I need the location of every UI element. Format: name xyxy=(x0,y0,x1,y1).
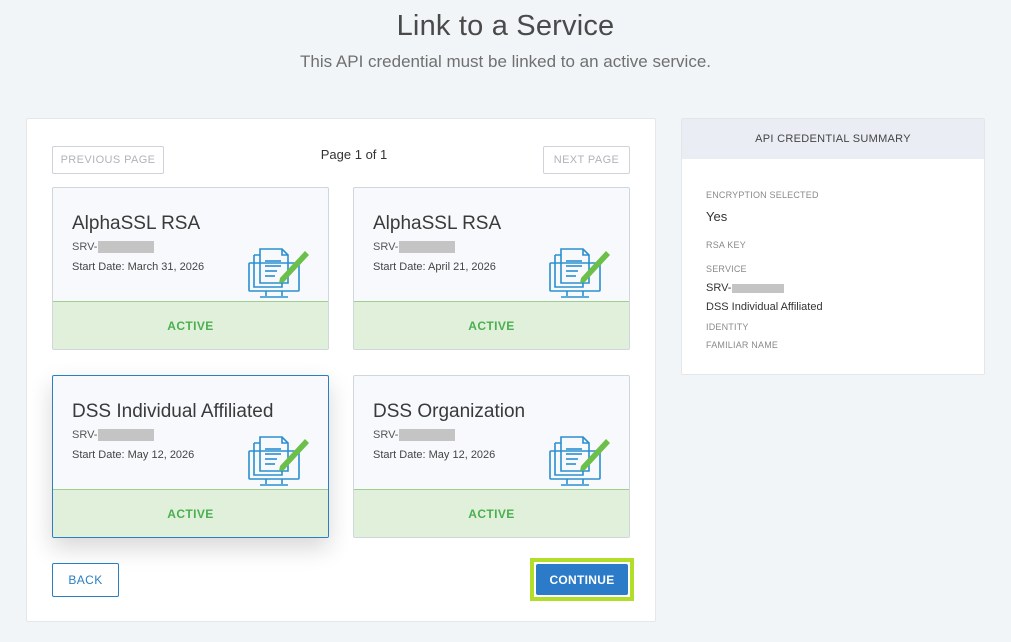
page-indicator: Page 1 of 1 xyxy=(320,147,388,162)
service-start-date: Start Date: May 12, 2026 xyxy=(72,449,195,461)
service-name: DSS Organization xyxy=(373,401,526,422)
service-label: SERVICE xyxy=(706,264,747,274)
status-badge: ACTIVE xyxy=(53,301,328,349)
page-title: Link to a Service xyxy=(396,10,615,42)
service-name: AlphaSSL RSA xyxy=(72,213,201,234)
encryption-value: Yes xyxy=(706,209,728,224)
service-start-date: Start Date: April 21, 2026 xyxy=(373,261,496,273)
back-button[interactable]: BACK xyxy=(52,563,119,597)
service-card[interactable]: AlphaSSL RSA SRV- Start Date: April 21, … xyxy=(353,187,630,350)
service-id: SRV- xyxy=(373,429,456,441)
continue-button-highlight: CONTINUE xyxy=(530,558,634,601)
credential-summary-panel: API CREDENTIAL SUMMARY ENCRYPTION SELECT… xyxy=(681,118,985,375)
service-id: SRV- xyxy=(373,241,456,253)
status-badge: ACTIVE xyxy=(354,301,629,349)
service-id: SRV- xyxy=(706,282,785,294)
document-edit-monitor-icon xyxy=(248,248,309,298)
encryption-label: ENCRYPTION SELECTED xyxy=(706,190,819,200)
service-name: AlphaSSL RSA xyxy=(373,213,502,234)
redacted-id xyxy=(98,429,155,441)
document-edit-monitor-icon xyxy=(248,436,309,486)
redacted-id xyxy=(399,429,456,441)
service-id: SRV- xyxy=(72,241,155,253)
service-card[interactable]: DSS Organization SRV- Start Date: May 12… xyxy=(353,375,630,538)
service-name: DSS Individual Affiliated xyxy=(72,401,274,422)
service-id-prefix: SRV- xyxy=(706,282,732,294)
previous-page-button[interactable]: PREVIOUS PAGE xyxy=(52,146,164,174)
service-id-prefix: SRV- xyxy=(373,241,399,253)
redacted-id xyxy=(98,241,155,253)
service-id-prefix: SRV- xyxy=(373,429,399,441)
service-card[interactable]: AlphaSSL RSA SRV- Start Date: March 31, … xyxy=(52,187,329,350)
summary-title: API CREDENTIAL SUMMARY xyxy=(682,119,984,159)
document-edit-monitor-icon xyxy=(549,436,610,486)
service-selection-panel: PREVIOUS PAGE Page 1 of 1 NEXT PAGE Alph… xyxy=(26,118,656,622)
service-id-prefix: SRV- xyxy=(72,241,98,253)
document-edit-monitor-icon xyxy=(549,248,610,298)
status-badge: ACTIVE xyxy=(354,489,629,537)
familiar-name-label: FAMILIAR NAME xyxy=(706,340,779,350)
status-badge: ACTIVE xyxy=(53,489,328,537)
service-name-value: DSS Individual Affiliated xyxy=(706,301,823,313)
redacted-id xyxy=(732,283,785,293)
rsa-key-label: RSA KEY xyxy=(706,240,746,250)
next-page-button[interactable]: NEXT PAGE xyxy=(543,146,630,174)
continue-button[interactable]: CONTINUE xyxy=(536,564,628,595)
service-start-date: Start Date: March 31, 2026 xyxy=(72,261,205,273)
identity-label: IDENTITY xyxy=(706,322,749,332)
service-card-selected[interactable]: DSS Individual Affiliated SRV- Start Dat… xyxy=(52,375,329,538)
page-subtitle: This API credential must be linked to an… xyxy=(299,52,712,71)
service-id: SRV- xyxy=(72,429,155,441)
service-id-prefix: SRV- xyxy=(72,429,98,441)
service-start-date: Start Date: May 12, 2026 xyxy=(373,449,496,461)
redacted-id xyxy=(399,241,456,253)
